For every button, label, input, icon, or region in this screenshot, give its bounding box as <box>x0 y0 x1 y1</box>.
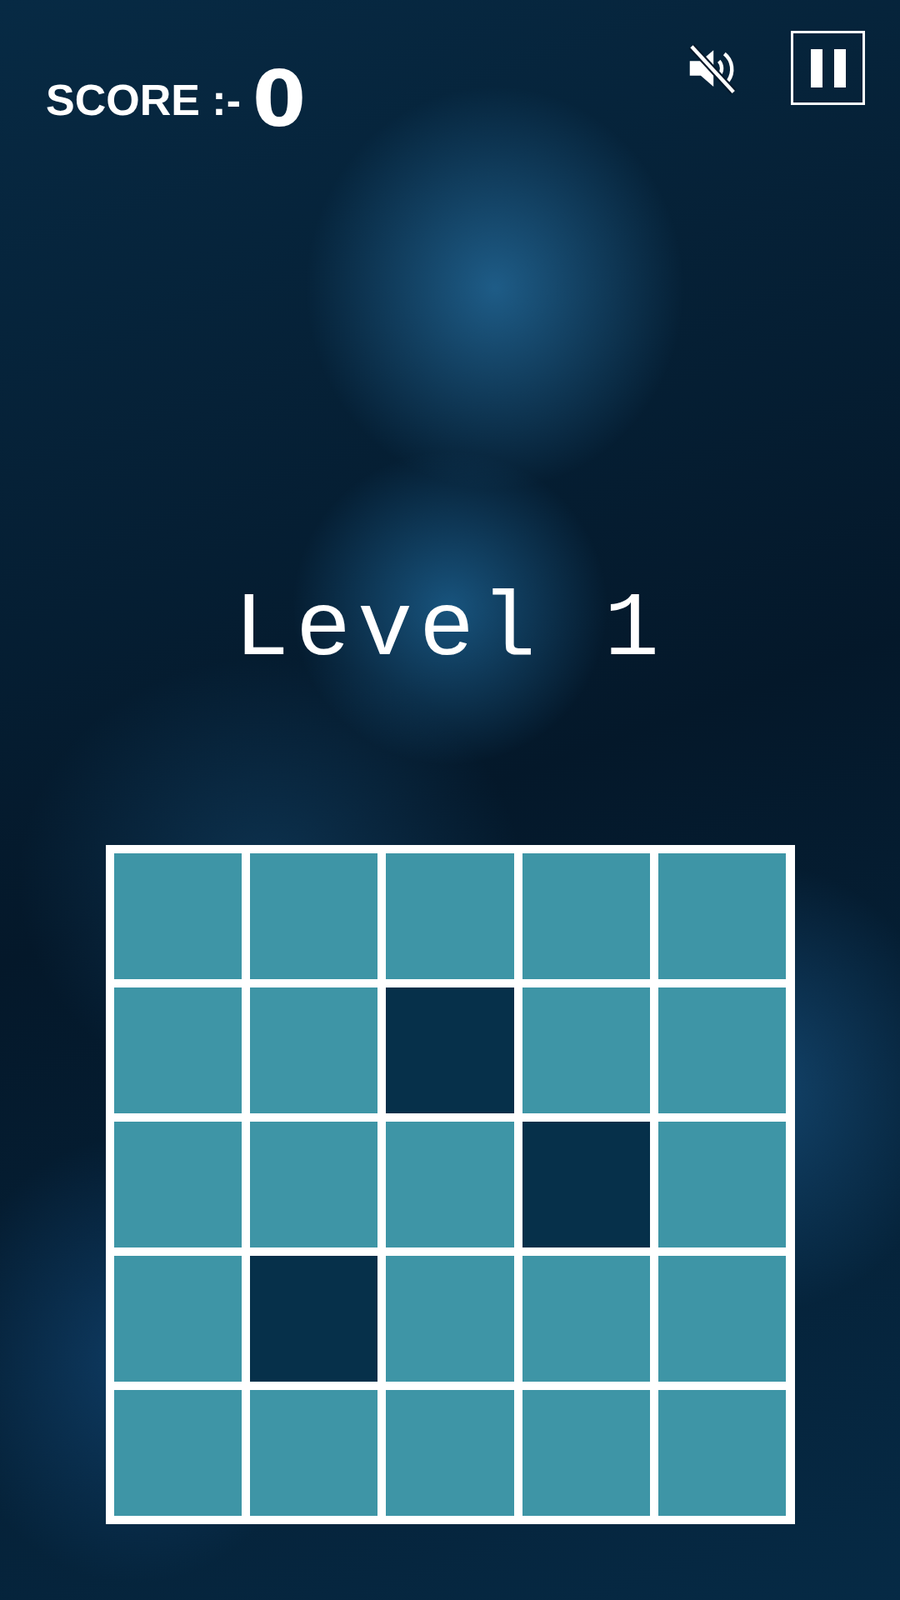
grid-cell[interactable] <box>250 987 378 1114</box>
pause-bar <box>810 49 823 88</box>
grid-cell[interactable] <box>522 1390 650 1516</box>
grid-cell[interactable] <box>385 987 514 1114</box>
grid-cell[interactable] <box>250 1255 378 1382</box>
grid-cell[interactable] <box>658 1121 786 1248</box>
level-title: Level 1 <box>0 584 900 676</box>
controls <box>682 0 865 105</box>
top-bar: SCORE :- 0 <box>0 0 900 136</box>
grid-cell[interactable] <box>522 987 650 1114</box>
grid-cell[interactable] <box>658 987 786 1114</box>
score-value: 0 <box>252 63 306 136</box>
grid-cell[interactable] <box>385 1121 514 1248</box>
grid-cell[interactable] <box>114 1121 242 1248</box>
grid-cell[interactable] <box>114 853 242 980</box>
grid-cell[interactable] <box>385 853 514 980</box>
grid-cell[interactable] <box>114 987 242 1114</box>
grid-cell[interactable] <box>385 1255 514 1382</box>
grid-cell[interactable] <box>522 1121 650 1248</box>
game-board <box>105 845 795 1525</box>
grid-cell[interactable] <box>522 1255 650 1382</box>
score-label: SCORE :- <box>45 78 241 122</box>
grid-cell[interactable] <box>522 853 650 980</box>
pause-bar <box>834 49 846 88</box>
mute-button[interactable] <box>682 39 741 98</box>
grid-cell[interactable] <box>250 1121 378 1248</box>
score: SCORE :- 0 <box>45 0 306 136</box>
grid-cell[interactable] <box>385 1390 514 1516</box>
pause-button[interactable] <box>790 30 865 105</box>
grid-cell[interactable] <box>658 1255 786 1382</box>
grid-cell[interactable] <box>658 853 786 980</box>
grid-cell[interactable] <box>250 1390 378 1516</box>
grid-cell[interactable] <box>114 1390 242 1516</box>
speaker-muted-icon <box>682 39 741 98</box>
grid-cell[interactable] <box>114 1255 242 1382</box>
grid-cell[interactable] <box>250 853 378 980</box>
grid-cell[interactable] <box>658 1390 786 1516</box>
